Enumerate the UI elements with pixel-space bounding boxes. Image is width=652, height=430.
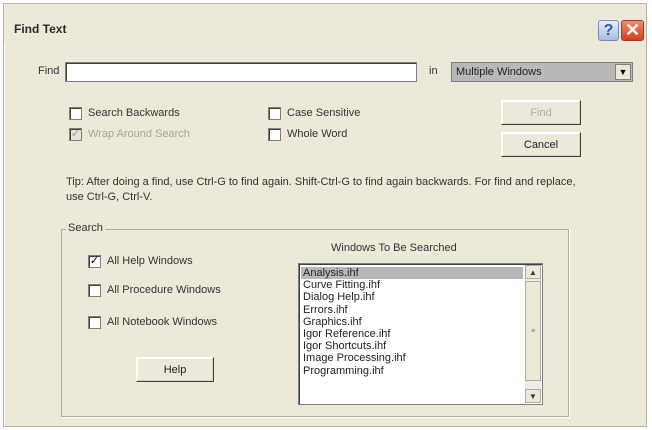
all-notebook-windows-label: All Notebook Windows	[107, 316, 218, 328]
wrap-around-checkbox: ✓	[69, 128, 82, 141]
all-procedure-windows-checkbox[interactable]	[88, 284, 101, 297]
cancel-button[interactable]: Cancel	[501, 132, 581, 157]
list-item[interactable]: Curve Fitting.ihf	[301, 279, 523, 291]
title-bar: Find Text ? ✕	[4, 4, 646, 44]
case-sensitive-label: Case Sensitive	[287, 107, 361, 119]
search-backwards-checkbox[interactable]	[69, 107, 82, 120]
case-sensitive-checkbox[interactable]	[268, 107, 281, 120]
scroll-up-icon[interactable]: ▲	[525, 265, 541, 279]
wrap-around-label: Wrap Around Search	[88, 128, 190, 140]
all-notebook-windows-checkbox[interactable]	[88, 316, 101, 329]
all-help-windows-checkbox[interactable]: ✓	[88, 255, 101, 268]
scroll-thumb[interactable]: ≡	[525, 281, 541, 381]
tip-text: Tip: After doing a find, use Ctrl-G to f…	[66, 176, 576, 203]
whole-word-label: Whole Word	[287, 128, 348, 140]
close-icon[interactable]: ✕	[621, 20, 644, 41]
list-item[interactable]: Igor Reference.ihf	[301, 328, 523, 340]
scope-select-value: Multiple Windows	[456, 66, 542, 78]
windows-list-items: Analysis.ihf Curve Fitting.ihf Dialog Help…	[301, 267, 523, 377]
find-text-dialog: Find Text ? ✕ Find in Multiple Windows ▼…	[3, 3, 647, 427]
scope-select[interactable]: Multiple Windows ▼	[451, 62, 633, 82]
whole-word-checkbox[interactable]	[268, 128, 281, 141]
list-item[interactable]: Errors.ihf	[301, 304, 523, 316]
list-item[interactable]: Programming.ihf	[301, 365, 523, 377]
help-button[interactable]: Help	[136, 357, 214, 382]
help-icon[interactable]: ?	[598, 20, 619, 41]
all-procedure-windows-label: All Procedure Windows	[107, 284, 221, 296]
windows-listbox[interactable]: Analysis.ihf Curve Fitting.ihf Dialog Help…	[298, 263, 543, 405]
list-item[interactable]: Analysis.ihf	[301, 267, 523, 280]
chevron-down-icon[interactable]: ▼	[615, 64, 631, 80]
find-button[interactable]: Find	[501, 100, 581, 125]
listbox-scrollbar[interactable]: ▲ ≡ ▼	[525, 265, 541, 403]
window-title: Find Text	[14, 22, 67, 36]
list-item[interactable]: Image Processing.ihf	[301, 352, 523, 364]
list-item[interactable]: Dialog Help.ihf	[301, 291, 523, 303]
all-help-windows-label: All Help Windows	[107, 255, 193, 267]
search-backwards-label: Search Backwards	[88, 107, 180, 119]
in-label: in	[429, 65, 438, 77]
find-label: Find	[38, 65, 60, 77]
list-item[interactable]: Igor Shortcuts.ihf	[301, 340, 523, 352]
search-group-title: Search	[66, 222, 105, 234]
find-input[interactable]	[65, 62, 417, 82]
list-item[interactable]: Graphics.ihf	[301, 316, 523, 328]
windows-list-title: Windows To Be Searched	[331, 242, 457, 254]
scroll-down-icon[interactable]: ▼	[525, 389, 541, 403]
